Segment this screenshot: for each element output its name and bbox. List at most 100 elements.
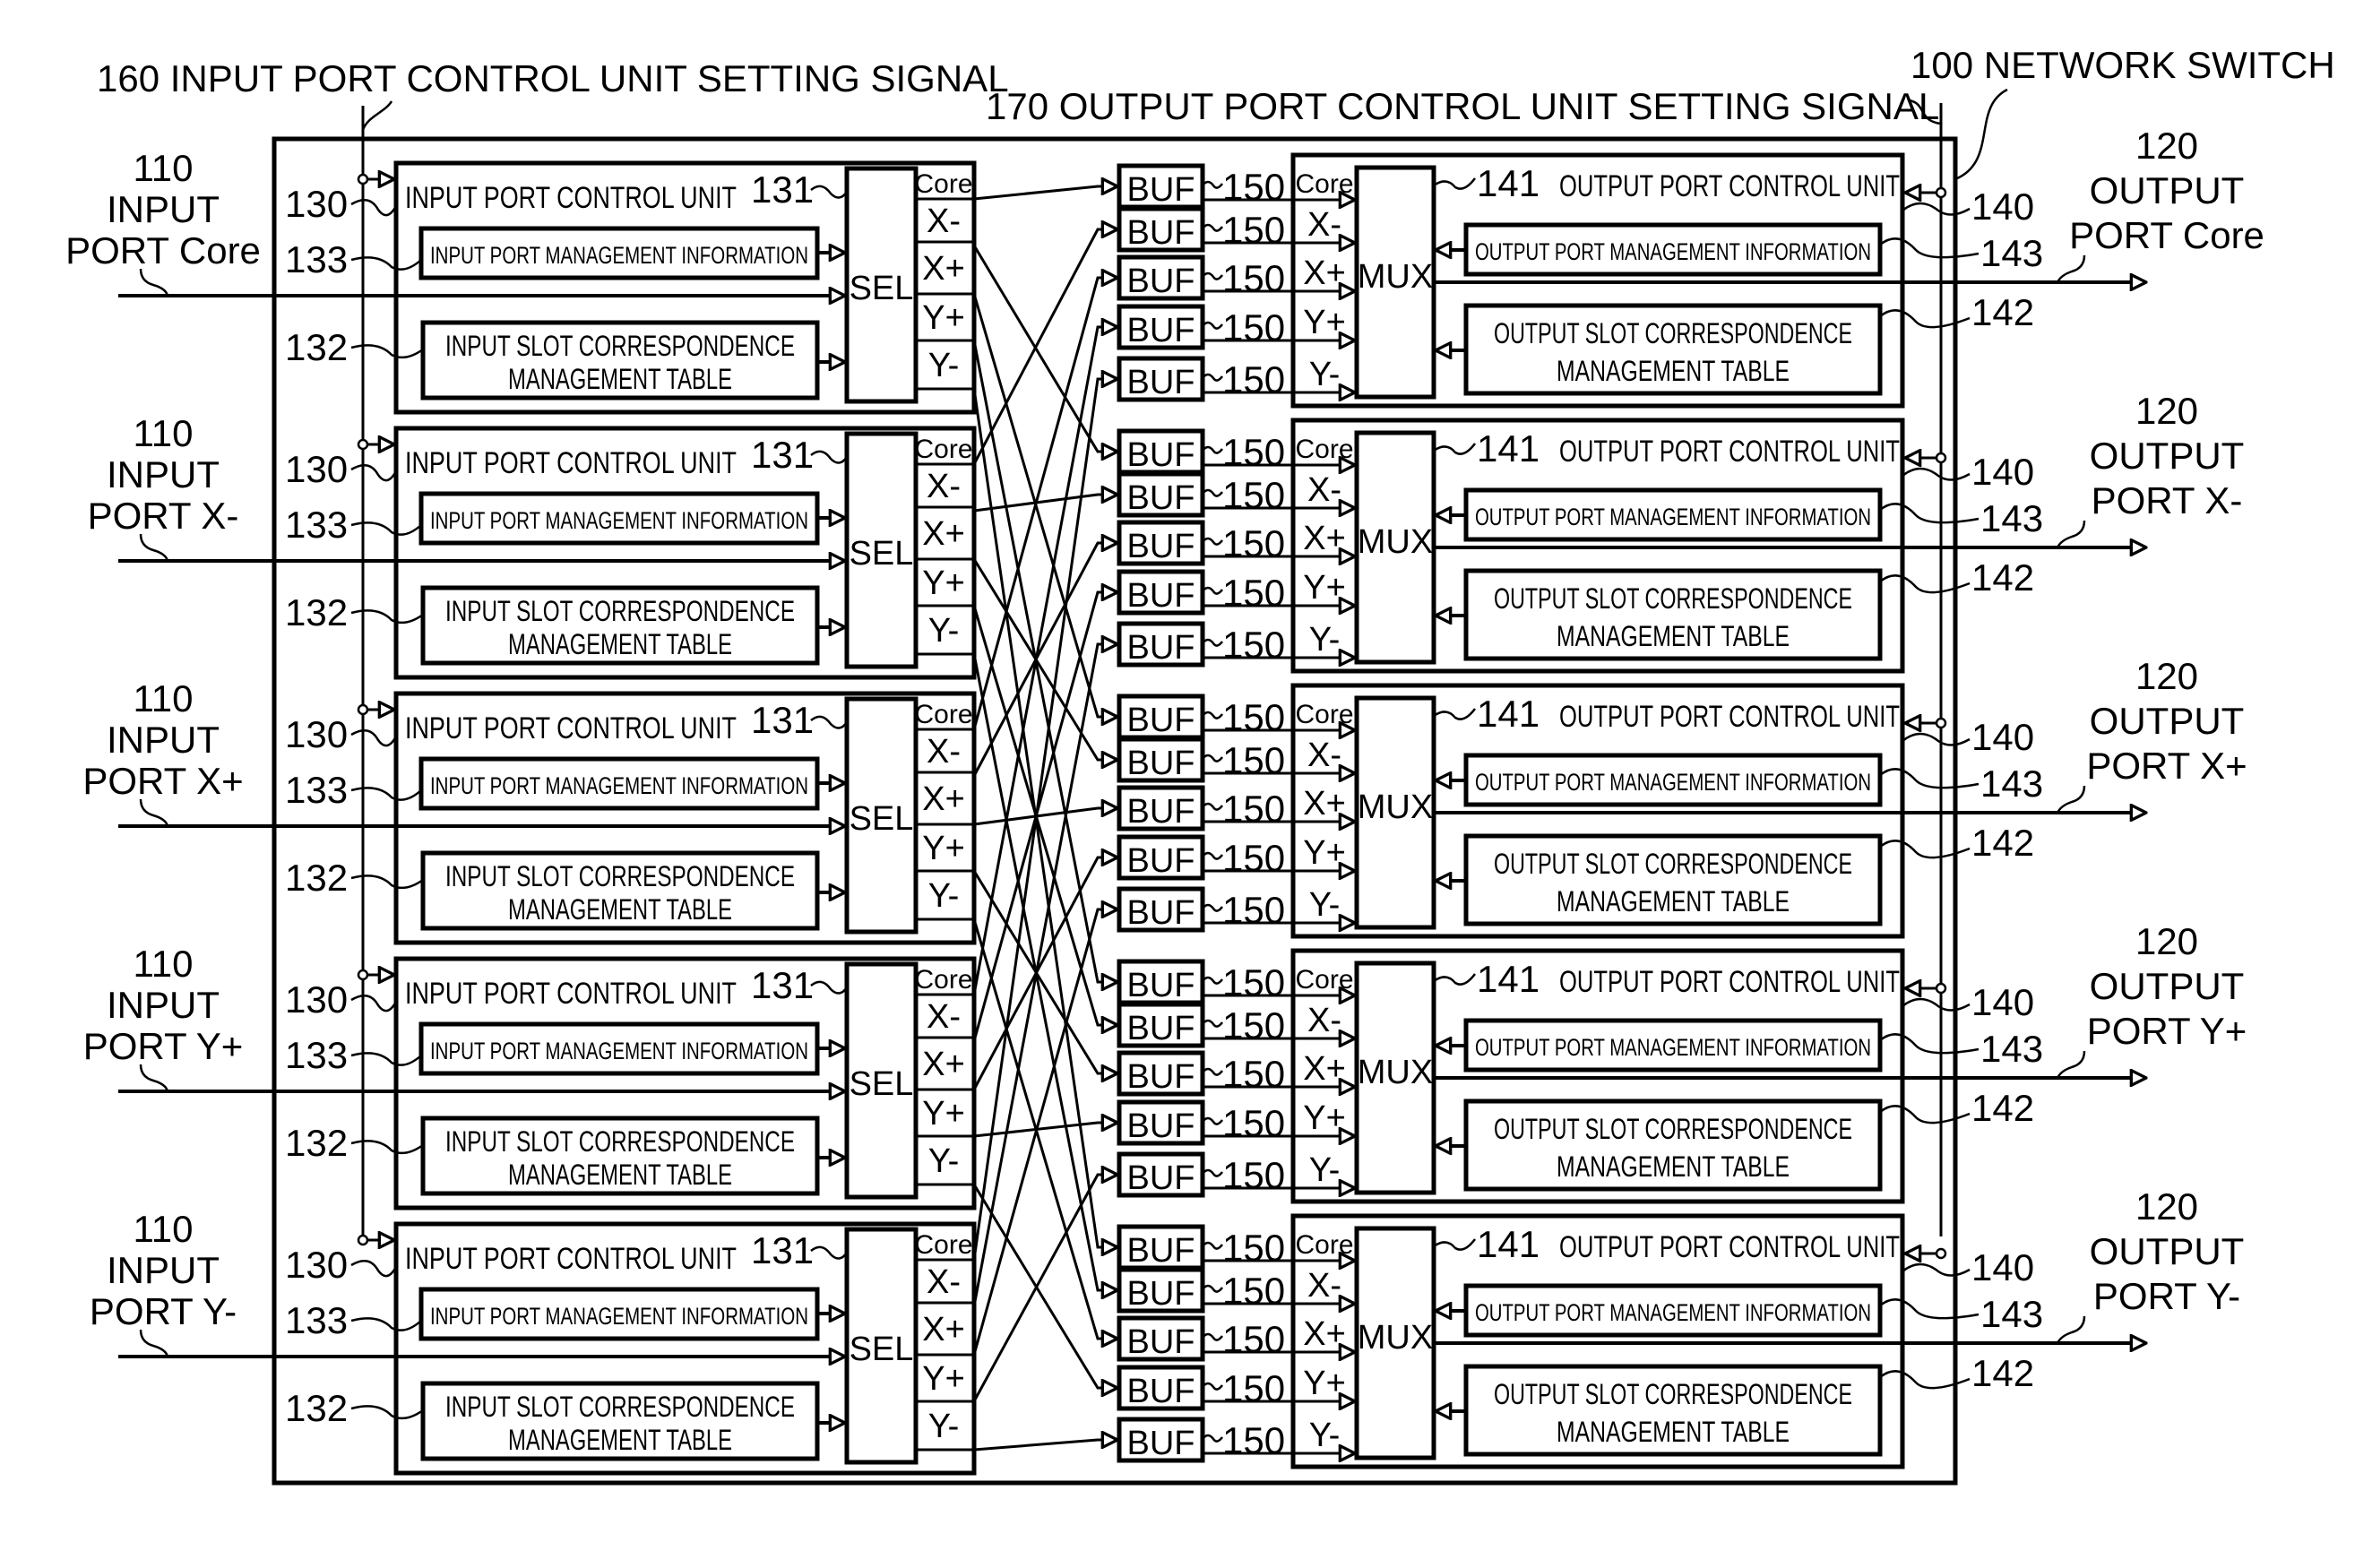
mux-port-label: Y+	[1303, 834, 1346, 872]
input-port-label-line2: PORT X+	[82, 760, 243, 802]
buffer-label: BUF	[1127, 702, 1195, 739]
sel-port-label: X-	[927, 998, 961, 1036]
buffer-label: BUF	[1127, 793, 1195, 831]
output-management-info-label: OUTPUT PORT MANAGEMENT INFORMATION	[1475, 1299, 1871, 1326]
ref-130: 130	[285, 448, 348, 490]
ref-130: 130	[285, 978, 348, 1021]
input-port-leader	[139, 533, 169, 562]
input-port-ref-110: 110	[134, 147, 194, 189]
ref-132: 132	[285, 1387, 348, 1429]
output-port-leader	[2056, 254, 2086, 283]
buffer-leader-150	[1202, 488, 1223, 497]
buffer-label: BUF	[1127, 1058, 1195, 1096]
mux-port-label: Y-	[1309, 356, 1341, 393]
buffer-label: BUF	[1127, 745, 1195, 782]
input-port-label-line2: PORT X-	[88, 495, 239, 537]
crossbar-wire	[973, 186, 1117, 201]
bus-170-tap	[1935, 982, 1947, 995]
crossbar-wire	[973, 495, 1117, 513]
output-slot-table-line1: OUTPUT SLOT CORRESPONDENCE	[1494, 1378, 1852, 1410]
output-slot-table-line2: MANAGEMENT TABLE	[1557, 1416, 1790, 1448]
mux-port-label: X+	[1303, 1315, 1346, 1353]
sel-port-label: Y-	[928, 1142, 960, 1180]
network-switch-title: 100 NETWORK SWITCH	[1911, 44, 2335, 86]
ref-133: 133	[285, 238, 348, 280]
buffer-leader-150	[1202, 1434, 1223, 1443]
mux-port-label: X+	[1303, 1050, 1346, 1088]
buffer-leader-150	[1202, 802, 1223, 811]
bus-160-tap	[357, 969, 369, 981]
output-port-label-line1: OUTPUT	[2090, 700, 2245, 742]
leader-130	[350, 728, 398, 747]
ref-132: 132	[285, 1122, 348, 1164]
leader-140	[1902, 732, 1971, 746]
output-port-control-unit-1: BUF 150 Core BUF 150 X- BUF 150 X+ BUF 150 Y+ BUF 150…	[1117, 418, 2146, 674]
sel-port-label: Core	[914, 700, 972, 729]
buffer-label: BUF	[1127, 436, 1195, 474]
input-unit-title: INPUT PORT CONTROL UNIT	[405, 1242, 737, 1276]
output-slot-table-line2: MANAGEMENT TABLE	[1557, 1150, 1790, 1183]
crossbar-wire	[973, 1123, 1117, 1138]
input-port-label-line2: PORT Y-	[90, 1290, 237, 1332]
mux-label: MUX	[1358, 1054, 1433, 1091]
input-slot-table-line2: MANAGEMENT TABLE	[508, 628, 732, 660]
sel-label: SEL	[850, 800, 914, 838]
ref-150: 150	[1222, 889, 1285, 931]
mux-port-label: Y+	[1303, 1099, 1346, 1137]
output-slot-table-line2: MANAGEMENT TABLE	[1557, 355, 1790, 387]
mux-port-label: X-	[1307, 1002, 1341, 1039]
input-port-ref-110: 110	[134, 1208, 194, 1250]
input-blocks: INPUT PORT CONTROL UNIT 131 INPUT PORT MAN…	[118, 160, 977, 1476]
ref-132: 132	[285, 326, 348, 368]
ref-131: 131	[751, 1229, 814, 1271]
buffer-label: BUF	[1127, 1425, 1195, 1462]
input-port-control-unit-1: INPUT PORT CONTROL UNIT 131 INPUT PORT MAN…	[118, 426, 977, 680]
input-port-label-line1: INPUT	[107, 719, 220, 761]
output-port-ref-120: 120	[2135, 1185, 2198, 1228]
bus-160-tap	[357, 703, 369, 716]
input-port-control-unit-4: INPUT PORT CONTROL UNIT 131 INPUT PORT MAN…	[118, 1221, 977, 1476]
ref-140: 140	[1971, 451, 2034, 493]
sel-label: SEL	[850, 1065, 914, 1103]
mux-port-label: X-	[1307, 206, 1341, 244]
buffer-label: BUF	[1127, 214, 1195, 252]
buffer-leader-150	[1202, 1168, 1223, 1177]
buffer-label: BUF	[1127, 1107, 1195, 1145]
input-management-info-label: INPUT PORT MANAGEMENT INFORMATION	[430, 772, 808, 799]
input-port-ref-110: 110	[134, 412, 194, 454]
output-port-ref-120: 120	[2135, 125, 2198, 167]
output-unit-title: OUTPUT PORT CONTROL UNIT	[1559, 965, 1900, 999]
crossbar-wire	[972, 229, 1117, 465]
output-port-leader	[2056, 785, 2086, 814]
sel-port-label: Y+	[922, 299, 965, 337]
sel-label: SEL	[850, 270, 914, 307]
mux-label: MUX	[1358, 523, 1433, 561]
buffer-leader-150	[1202, 321, 1223, 330]
leader-130	[350, 198, 398, 217]
buffer-leader-150	[1202, 1284, 1223, 1293]
buffer-leader-150	[1202, 903, 1223, 912]
ref-150: 150	[1222, 431, 1285, 473]
bus-170-tap	[1935, 717, 1947, 729]
ref-142: 142	[1971, 556, 2034, 599]
buffer-leader-150	[1202, 1116, 1223, 1125]
buffer-label: BUF	[1127, 171, 1195, 209]
buffer-leader-150	[1202, 1241, 1223, 1250]
output-port-control-unit-3: BUF 150 Core BUF 150 X- BUF 150 X+ BUF 150 Y+ BUF 150…	[1117, 948, 2146, 1204]
input-unit-title: INPUT PORT CONTROL UNIT	[405, 181, 737, 215]
buffer-label: BUF	[1127, 577, 1195, 615]
buffer-label: BUF	[1127, 312, 1195, 349]
output-slot-table-line1: OUTPUT SLOT CORRESPONDENCE	[1494, 317, 1852, 349]
sel-port-label: Y+	[922, 1360, 965, 1398]
input-port-control-unit-0: INPUT PORT CONTROL UNIT 131 INPUT PORT MAN…	[118, 160, 977, 415]
mux-port-label: Y+	[1303, 304, 1346, 341]
input-management-info-label: INPUT PORT MANAGEMENT INFORMATION	[430, 1303, 808, 1330]
ref-133: 133	[285, 1034, 348, 1076]
input-slot-table-line1: INPUT SLOT CORRESPONDENCE	[445, 595, 795, 627]
ref-143: 143	[1980, 762, 2043, 805]
ref-142: 142	[1971, 291, 2034, 333]
buffer-label: BUF	[1127, 1323, 1195, 1361]
network-switch-diagram: 160 INPUT PORT CONTROL UNIT SETTING SIGN…	[65, 44, 2335, 1486]
mux-port-label: Y+	[1303, 569, 1346, 607]
bus-170-tap	[1935, 1247, 1947, 1260]
